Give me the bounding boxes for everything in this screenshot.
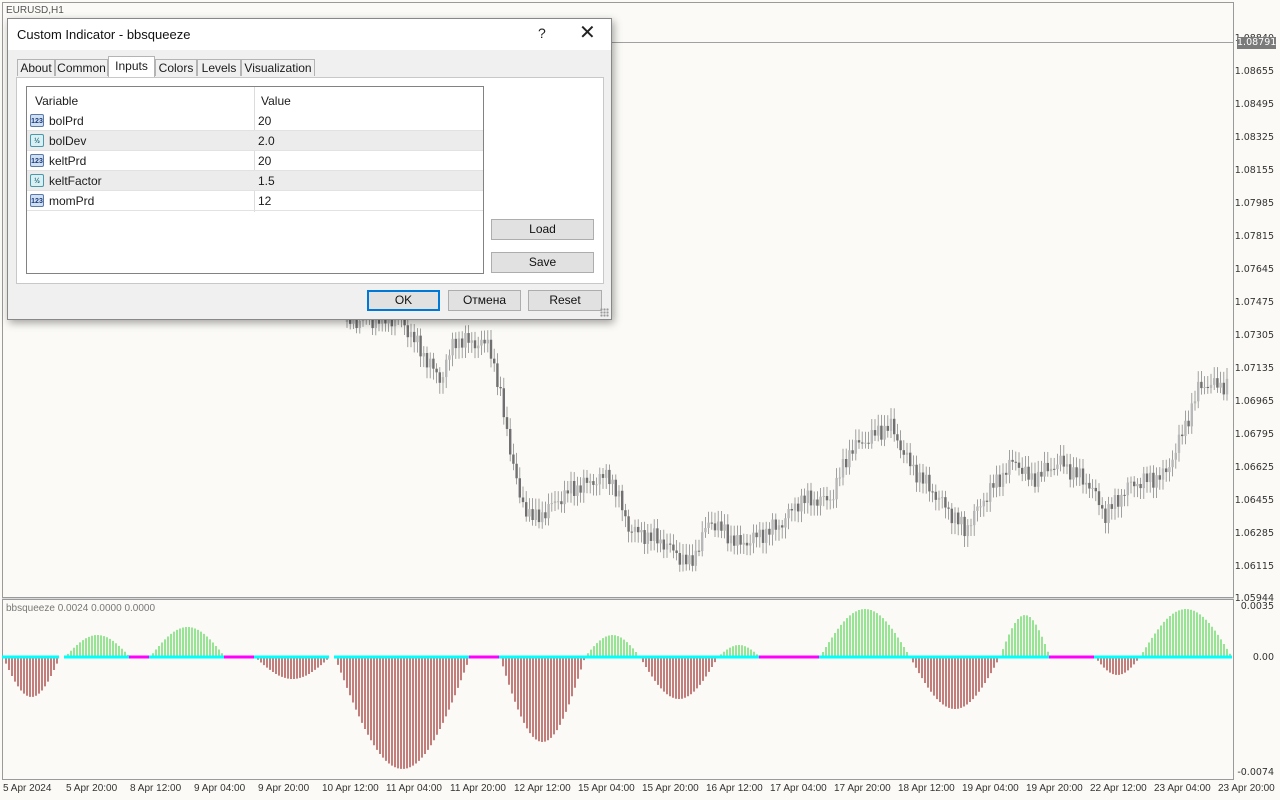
price-tick-label: 1.06795 xyxy=(1234,429,1274,440)
indicator-tick-label: -0.0074 xyxy=(1237,767,1274,778)
price-tick-label: 1.07645 xyxy=(1234,264,1274,275)
dialog-titlebar[interactable]: Custom Indicator - bbsqueeze ? ✕ xyxy=(8,19,611,50)
time-tick-label: 5 Apr 20:00 xyxy=(66,783,118,794)
time-tick-label: 12 Apr 12:00 xyxy=(514,783,571,794)
time-tick-label: 8 Apr 12:00 xyxy=(130,783,182,794)
variable-value[interactable]: 20 xyxy=(258,114,271,128)
price-tick-label: 1.07985 xyxy=(1234,198,1274,209)
reset-button[interactable]: Reset xyxy=(528,290,602,311)
time-tick-label: 19 Apr 20:00 xyxy=(1026,783,1083,794)
tab-inputs[interactable]: Inputs xyxy=(108,56,155,77)
inputs-table: Variable Value 123 bolPrd 20 ½ bolDev 2.… xyxy=(26,86,484,274)
tab-levels[interactable]: Levels xyxy=(197,59,241,76)
indicator-tick-label: 0.00 xyxy=(1252,652,1274,663)
price-tick-label: 1.08325 xyxy=(1234,132,1274,143)
tab-colors[interactable]: Colors xyxy=(155,59,197,76)
price-tick-label: 1.07305 xyxy=(1234,330,1274,341)
help-button[interactable]: ? xyxy=(538,25,546,41)
table-row[interactable]: 123 keltPrd 20 xyxy=(27,151,483,171)
double-type-icon: ½ xyxy=(30,134,44,147)
price-tick-label: 1.08655 xyxy=(1234,66,1274,77)
table-header: Variable Value xyxy=(27,87,483,111)
table-row[interactable]: ½ keltFactor 1.5 xyxy=(27,171,483,191)
cancel-button[interactable]: Отмена xyxy=(448,290,521,311)
variable-name: keltFactor xyxy=(49,174,102,188)
column-value[interactable]: Value xyxy=(261,94,291,108)
variable-name: momPrd xyxy=(49,194,95,208)
price-tick-label: 1.06965 xyxy=(1234,396,1274,407)
custom-indicator-dialog: Custom Indicator - bbsqueeze ? ✕ About C… xyxy=(7,18,612,320)
variable-name: bolDev xyxy=(49,134,87,148)
variable-value[interactable]: 20 xyxy=(258,154,271,168)
save-button[interactable]: Save xyxy=(491,252,594,273)
ok-button[interactable]: OK xyxy=(367,290,440,311)
time-tick-label: 19 Apr 04:00 xyxy=(962,783,1019,794)
price-tick-label: 1.06115 xyxy=(1234,561,1274,572)
time-tick-label: 15 Apr 20:00 xyxy=(642,783,699,794)
resize-grip-icon[interactable] xyxy=(600,308,609,317)
price-tick-label: 1.07135 xyxy=(1234,363,1274,374)
table-row[interactable]: 123 bolPrd 20 xyxy=(27,111,483,131)
tab-visualization[interactable]: Visualization xyxy=(241,59,315,76)
indicator-tick-label: 0.0035 xyxy=(1240,601,1274,612)
variable-name: keltPrd xyxy=(49,154,87,168)
column-variable[interactable]: Variable xyxy=(35,94,78,108)
price-tick-label: 1.06455 xyxy=(1234,495,1274,506)
integer-type-icon: 123 xyxy=(30,194,44,207)
load-button[interactable]: Load xyxy=(491,219,594,240)
dialog-title: Custom Indicator - bbsqueeze xyxy=(17,27,191,42)
price-tick-label: 1.08155 xyxy=(1234,165,1274,176)
variable-name: bolPrd xyxy=(49,114,84,128)
variable-value[interactable]: 2.0 xyxy=(258,134,275,148)
time-tick-label: 11 Apr 04:00 xyxy=(386,783,442,794)
price-tick-label: 1.06285 xyxy=(1234,528,1274,539)
close-icon[interactable]: ✕ xyxy=(579,22,596,44)
double-type-icon: ½ xyxy=(30,174,44,187)
price-tick-label: 1.06625 xyxy=(1234,462,1274,473)
integer-type-icon: 123 xyxy=(30,154,44,167)
time-tick-label: 15 Apr 04:00 xyxy=(578,783,635,794)
time-tick-label: 18 Apr 12:00 xyxy=(898,783,955,794)
time-tick-label: 17 Apr 20:00 xyxy=(834,783,891,794)
time-tick-label: 11 Apr 20:00 xyxy=(450,783,506,794)
time-tick-label: 9 Apr 20:00 xyxy=(258,783,310,794)
time-tick-label: 17 Apr 04:00 xyxy=(770,783,827,794)
tab-common[interactable]: Common xyxy=(55,59,108,76)
price-tick-label: 1.07475 xyxy=(1234,297,1274,308)
time-tick-label: 23 Apr 04:00 xyxy=(1154,783,1211,794)
table-row[interactable]: 123 momPrd 12 xyxy=(27,191,483,211)
current-price-label: 1.08791 xyxy=(1237,37,1277,49)
price-tick-label: 1.08495 xyxy=(1234,99,1274,110)
tab-about[interactable]: About xyxy=(17,59,55,76)
price-tick-label: 1.07815 xyxy=(1234,231,1274,242)
time-tick-label: 22 Apr 12:00 xyxy=(1090,783,1147,794)
table-row[interactable]: ½ bolDev 2.0 xyxy=(27,131,483,151)
integer-type-icon: 123 xyxy=(30,114,44,127)
variable-value[interactable]: 1.5 xyxy=(258,174,275,188)
time-tick-label: 23 Apr 20:00 xyxy=(1218,783,1275,794)
time-tick-label: 16 Apr 12:00 xyxy=(706,783,763,794)
time-tick-label: 5 Apr 2024 xyxy=(3,783,52,794)
variable-value[interactable]: 12 xyxy=(258,194,271,208)
time-tick-label: 9 Apr 04:00 xyxy=(194,783,246,794)
time-tick-label: 10 Apr 12:00 xyxy=(322,783,379,794)
